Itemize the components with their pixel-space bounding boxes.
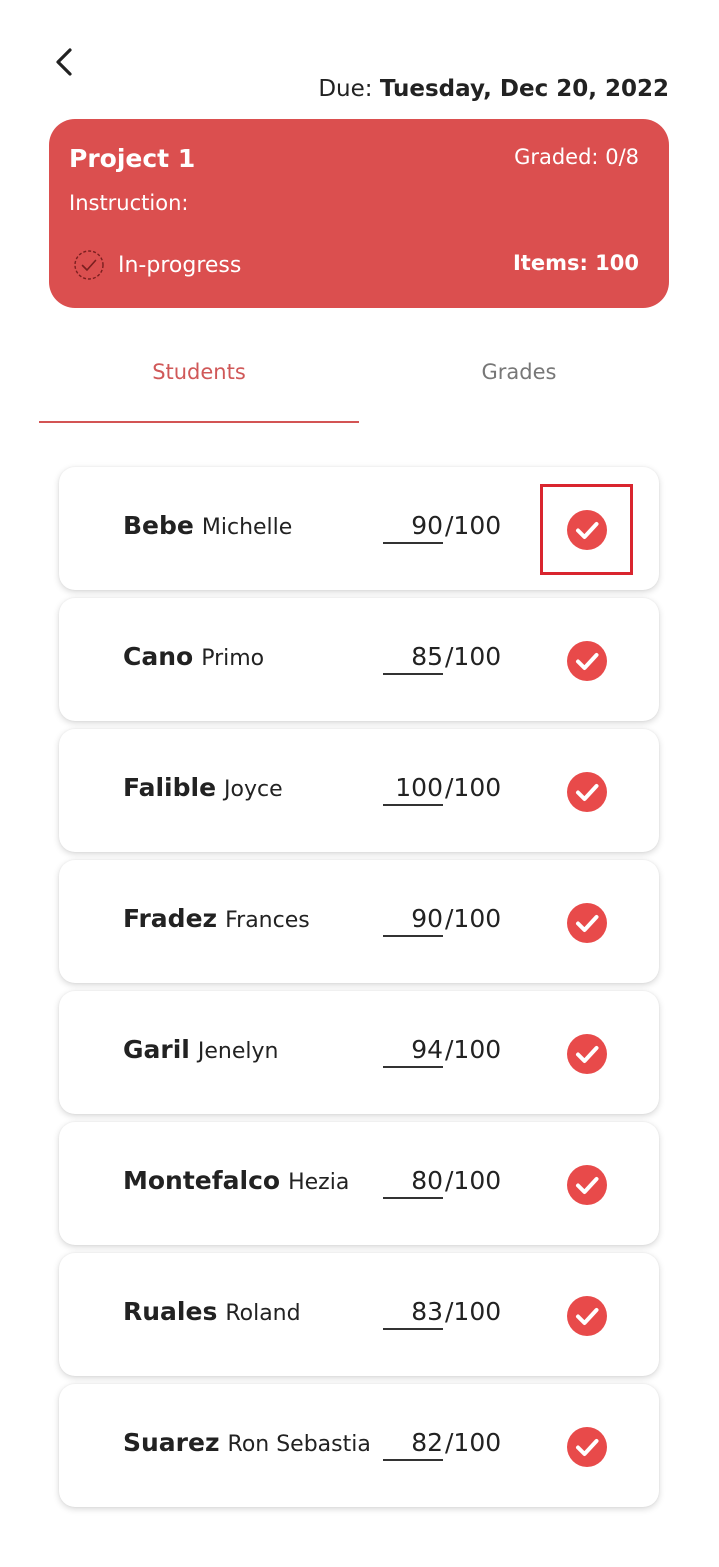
score-input[interactable]: 85: [383, 642, 443, 675]
active-tab-indicator: [39, 421, 359, 423]
student-first-name: Roland: [225, 1301, 301, 1326]
score-input[interactable]: 90: [383, 904, 443, 937]
status-badge: In-progress: [73, 249, 241, 281]
project-title: Project 1: [69, 144, 196, 173]
graded-value: 0/8: [605, 145, 639, 169]
student-first-name: Primo: [201, 646, 265, 671]
tab-bar: Students Grades: [39, 350, 679, 425]
score-field: 90/100: [383, 511, 501, 544]
score-max: /100: [445, 773, 502, 802]
score-max: /100: [445, 1428, 502, 1457]
items-value: 100: [595, 251, 639, 275]
student-last-name: Ruales: [123, 1297, 218, 1326]
student-name: Ruales Roland: [123, 1297, 301, 1326]
check-circle-icon[interactable]: [567, 1165, 607, 1205]
score-field: 90/100: [383, 904, 501, 937]
student-first-name: Jenelyn: [197, 1039, 279, 1064]
student-last-name: Bebe: [123, 511, 194, 540]
graded-label: Graded:: [514, 145, 599, 169]
student-name: Bebe Michelle: [123, 511, 292, 540]
student-name: Falible Joyce: [123, 773, 283, 802]
student-row: Cano Primo 85/100: [59, 598, 659, 721]
score-max: /100: [445, 642, 502, 671]
student-name: Cano Primo: [123, 642, 264, 671]
check-circle-icon[interactable]: [567, 1034, 607, 1074]
score-field: 80/100: [383, 1166, 501, 1199]
score-field: 82/100: [383, 1428, 501, 1461]
score-input[interactable]: 82: [383, 1428, 443, 1461]
tab-grades[interactable]: Grades: [359, 360, 679, 384]
student-row: Garil Jenelyn 94/100: [59, 991, 659, 1114]
score-max: /100: [445, 511, 502, 540]
student-name: Garil Jenelyn: [123, 1035, 278, 1064]
student-first-name: Michelle: [201, 515, 293, 540]
student-name: Fradez Frances: [123, 904, 310, 933]
student-last-name: Falible: [123, 773, 217, 802]
student-name: Suarez Ron Sebastia: [123, 1428, 371, 1457]
student-list: Bebe Michelle 90/100 Cano Primo 85/100 Fal…: [59, 467, 659, 1515]
project-card: Project 1 Graded: 0/8 Instruction: In-pr…: [49, 119, 669, 308]
score-max: /100: [445, 1035, 502, 1064]
check-circle-outline-icon: [74, 250, 104, 280]
student-first-name: Hezia: [288, 1170, 350, 1195]
score-field: 85/100: [383, 642, 501, 675]
check-circle-icon[interactable]: [567, 772, 607, 812]
due-label: Due:: [318, 76, 373, 102]
graded-count: Graded: 0/8: [514, 145, 639, 169]
student-row: Suarez Ron Sebastia 82/100: [59, 1384, 659, 1507]
due-date: Tuesday, Dec 20, 2022: [379, 76, 669, 102]
highlight-box: [540, 484, 633, 575]
check-circle-icon[interactable]: [567, 903, 607, 943]
items-label: Items:: [512, 251, 588, 275]
back-button[interactable]: [44, 42, 84, 82]
score-input[interactable]: 90: [383, 511, 443, 544]
tab-students[interactable]: Students: [39, 360, 359, 384]
score-field: 83/100: [383, 1297, 501, 1330]
score-max: /100: [445, 904, 502, 933]
student-row: Falible Joyce 100/100: [59, 729, 659, 852]
score-input[interactable]: 100: [383, 773, 443, 806]
score-field: 94/100: [383, 1035, 501, 1068]
student-row: Montefalco Hezia 80/100: [59, 1122, 659, 1245]
student-name: Montefalco Hezia: [123, 1166, 349, 1195]
student-first-name: Frances: [225, 908, 310, 933]
score-input[interactable]: 94: [383, 1035, 443, 1068]
student-first-name: Joyce: [224, 777, 283, 802]
check-circle-icon[interactable]: [567, 1427, 607, 1467]
student-row: Bebe Michelle 90/100: [59, 467, 659, 590]
instruction-label: Instruction:: [69, 191, 189, 215]
score-input[interactable]: 83: [383, 1297, 443, 1330]
check-circle-icon[interactable]: [567, 1296, 607, 1336]
student-first-name: Ron Sebastia: [227, 1432, 371, 1457]
score-field: 100/100: [383, 773, 501, 806]
items-count: Items: 100: [513, 251, 639, 275]
check-circle-icon[interactable]: [567, 641, 607, 681]
chevron-left-icon: [56, 48, 72, 76]
student-last-name: Cano: [123, 642, 194, 671]
score-max: /100: [445, 1166, 502, 1195]
score-input[interactable]: 80: [383, 1166, 443, 1199]
student-last-name: Garil: [123, 1035, 190, 1064]
due-date-line: Due: Tuesday, Dec 20, 2022: [318, 76, 669, 102]
student-last-name: Montefalco: [123, 1166, 281, 1195]
score-max: /100: [445, 1297, 502, 1326]
student-row: Fradez Frances 90/100: [59, 860, 659, 983]
student-last-name: Fradez: [123, 904, 218, 933]
student-last-name: Suarez: [123, 1428, 220, 1457]
status-text: In-progress: [118, 252, 242, 278]
student-row: Ruales Roland 83/100: [59, 1253, 659, 1376]
